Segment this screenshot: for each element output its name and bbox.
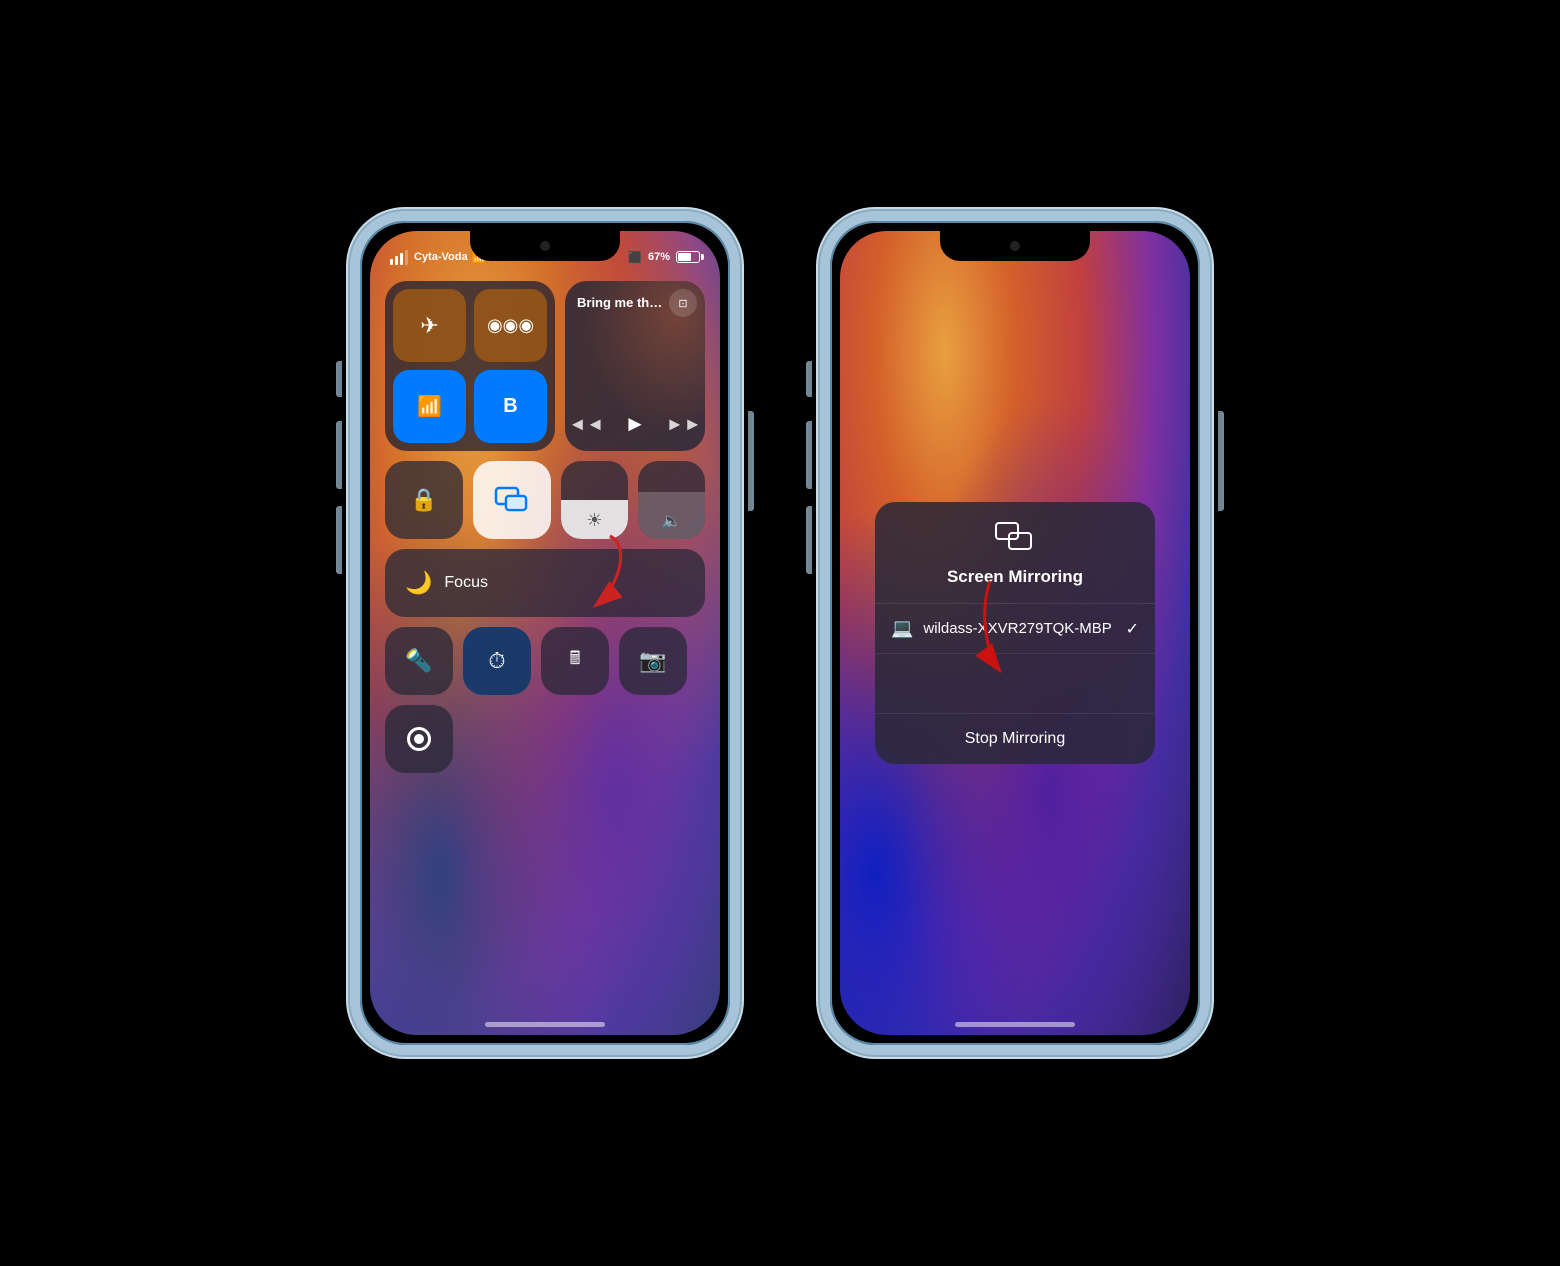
notch (470, 231, 620, 261)
status-left: Cyta-Voda 📶 (390, 250, 487, 265)
airplane-mode-button[interactable]: ✈ (393, 289, 466, 362)
cellular-icon: ◉◉◉ (487, 315, 534, 336)
focus-tile[interactable]: 🌙 Focus (385, 549, 705, 617)
mute-button (336, 361, 342, 397)
row-5 (385, 705, 705, 773)
phone-1-frame: Cyta-Voda 📶 ⬛ 67% (350, 211, 740, 1055)
battery-fill (678, 253, 691, 261)
calculator-icon: 🖩 (570, 646, 581, 676)
laptop-icon: 💻 (891, 618, 913, 639)
row-3: 🌙 Focus (385, 549, 705, 617)
power-button-2 (1218, 411, 1224, 511)
connected-checkmark: ✓ (1126, 619, 1139, 639)
screen-mirror-button[interactable] (473, 461, 551, 539)
mirroring-gap-area (875, 654, 1155, 714)
volume-slider[interactable]: 🔈 (638, 461, 705, 539)
media-title: Bring me the ho... (577, 295, 665, 310)
focus-label: Focus (444, 574, 488, 592)
mute-button-2 (806, 361, 812, 397)
orientation-lock-icon: 🔒 (410, 487, 437, 513)
airplane-icon: ✈ (420, 313, 438, 339)
flashlight-button[interactable]: 🔦 (385, 627, 453, 695)
record-ring (407, 727, 431, 751)
volume-down-button (336, 506, 342, 574)
power-button (748, 411, 754, 511)
mirroring-device-row[interactable]: 💻 wildass-XXVR279TQK-MBP ✓ (875, 604, 1155, 654)
screen-mirror-icon (494, 486, 530, 514)
connectivity-grid: ✈ ◉◉◉ 📶 B (385, 281, 555, 451)
phone-2-screen: Screen Mirroring 💻 wildass-XXVR279TQK-MB… (840, 231, 1190, 1035)
signal-bar-4 (405, 250, 408, 265)
stop-mirroring-row[interactable]: Stop Mirroring (875, 714, 1155, 764)
battery-icon (676, 251, 700, 263)
moon-icon: 🌙 (405, 570, 432, 596)
phone-1: Cyta-Voda 📶 ⬛ 67% (350, 211, 740, 1055)
bluetooth-icon: B (503, 395, 517, 418)
signal-bar-1 (390, 259, 393, 265)
utilities-row: 🔦 ⏱ 🖩 📷 (385, 627, 705, 695)
wifi-icon: 📶 (417, 394, 442, 419)
cellular-button[interactable]: ◉◉◉ (474, 289, 547, 362)
brightness-icon: ☀ (586, 510, 602, 531)
stop-mirroring-label[interactable]: Stop Mirroring (965, 730, 1065, 748)
wifi-button[interactable]: 📶 (393, 370, 466, 443)
front-camera (540, 241, 550, 251)
record-dot (414, 734, 424, 744)
orientation-lock-button[interactable]: 🔒 (385, 461, 463, 539)
sliders-container: ☀ 🔈 (561, 461, 705, 539)
status-right: ⬛ 67% (628, 251, 700, 264)
mirroring-header: Screen Mirroring (875, 502, 1155, 604)
notch-2 (940, 231, 1090, 261)
bluetooth-button[interactable]: B (474, 370, 547, 443)
calculator-button[interactable]: 🖩 (541, 627, 609, 695)
airplay-media-icon: ⊡ (669, 289, 697, 317)
airplay-icon: ⬛ (628, 251, 642, 264)
rewind-button[interactable]: ◄◄ (568, 414, 604, 435)
top-row: ✈ ◉◉◉ 📶 B (385, 281, 705, 451)
front-camera-2 (1010, 241, 1020, 251)
mirroring-panel-icon (995, 522, 1035, 559)
volume-up-button-2 (806, 421, 812, 489)
screen-record-button[interactable] (385, 705, 453, 773)
device-name: wildass-XXVR279TQK-MBP (923, 620, 1115, 637)
signal-bars (390, 250, 408, 265)
mirroring-title: Screen Mirroring (947, 567, 1083, 587)
phone-2-frame: Screen Mirroring 💻 wildass-XXVR279TQK-MB… (820, 211, 1210, 1055)
signal-bar-3 (400, 253, 403, 265)
media-player-tile[interactable]: ⊡ Bring me the ho... ◄◄ ► ►► (565, 281, 705, 451)
airplay-symbol: ⊡ (678, 297, 687, 310)
carrier-label: Cyta-Voda (414, 251, 468, 263)
control-center: ✈ ◉◉◉ 📶 B (385, 281, 705, 995)
timer-button[interactable]: ⏱ (463, 627, 531, 695)
row-2: 🔒 ☀ (385, 461, 705, 539)
home-indicator-2 (955, 1022, 1075, 1027)
phone-1-screen: Cyta-Voda 📶 ⬛ 67% (370, 231, 720, 1035)
volume-icon: 🔈 (662, 511, 682, 531)
home-indicator (485, 1022, 605, 1027)
play-button[interactable]: ► (624, 411, 646, 437)
volume-up-button (336, 421, 342, 489)
timer-icon: ⏱ (488, 648, 505, 674)
volume-down-button-2 (806, 506, 812, 574)
flashlight-icon: 🔦 (405, 648, 432, 674)
screen-mirroring-panel: Screen Mirroring 💻 wildass-XXVR279TQK-MB… (875, 502, 1155, 764)
signal-bar-2 (395, 256, 398, 265)
phone-2: Screen Mirroring 💻 wildass-XXVR279TQK-MB… (820, 211, 1210, 1055)
battery-percentage: 67% (648, 251, 670, 263)
fast-forward-button[interactable]: ►► (666, 414, 702, 435)
brightness-slider[interactable]: ☀ (561, 461, 628, 539)
camera-button[interactable]: 📷 (619, 627, 687, 695)
media-controls: ◄◄ ► ►► (565, 411, 705, 437)
camera-icon: 📷 (639, 648, 666, 674)
